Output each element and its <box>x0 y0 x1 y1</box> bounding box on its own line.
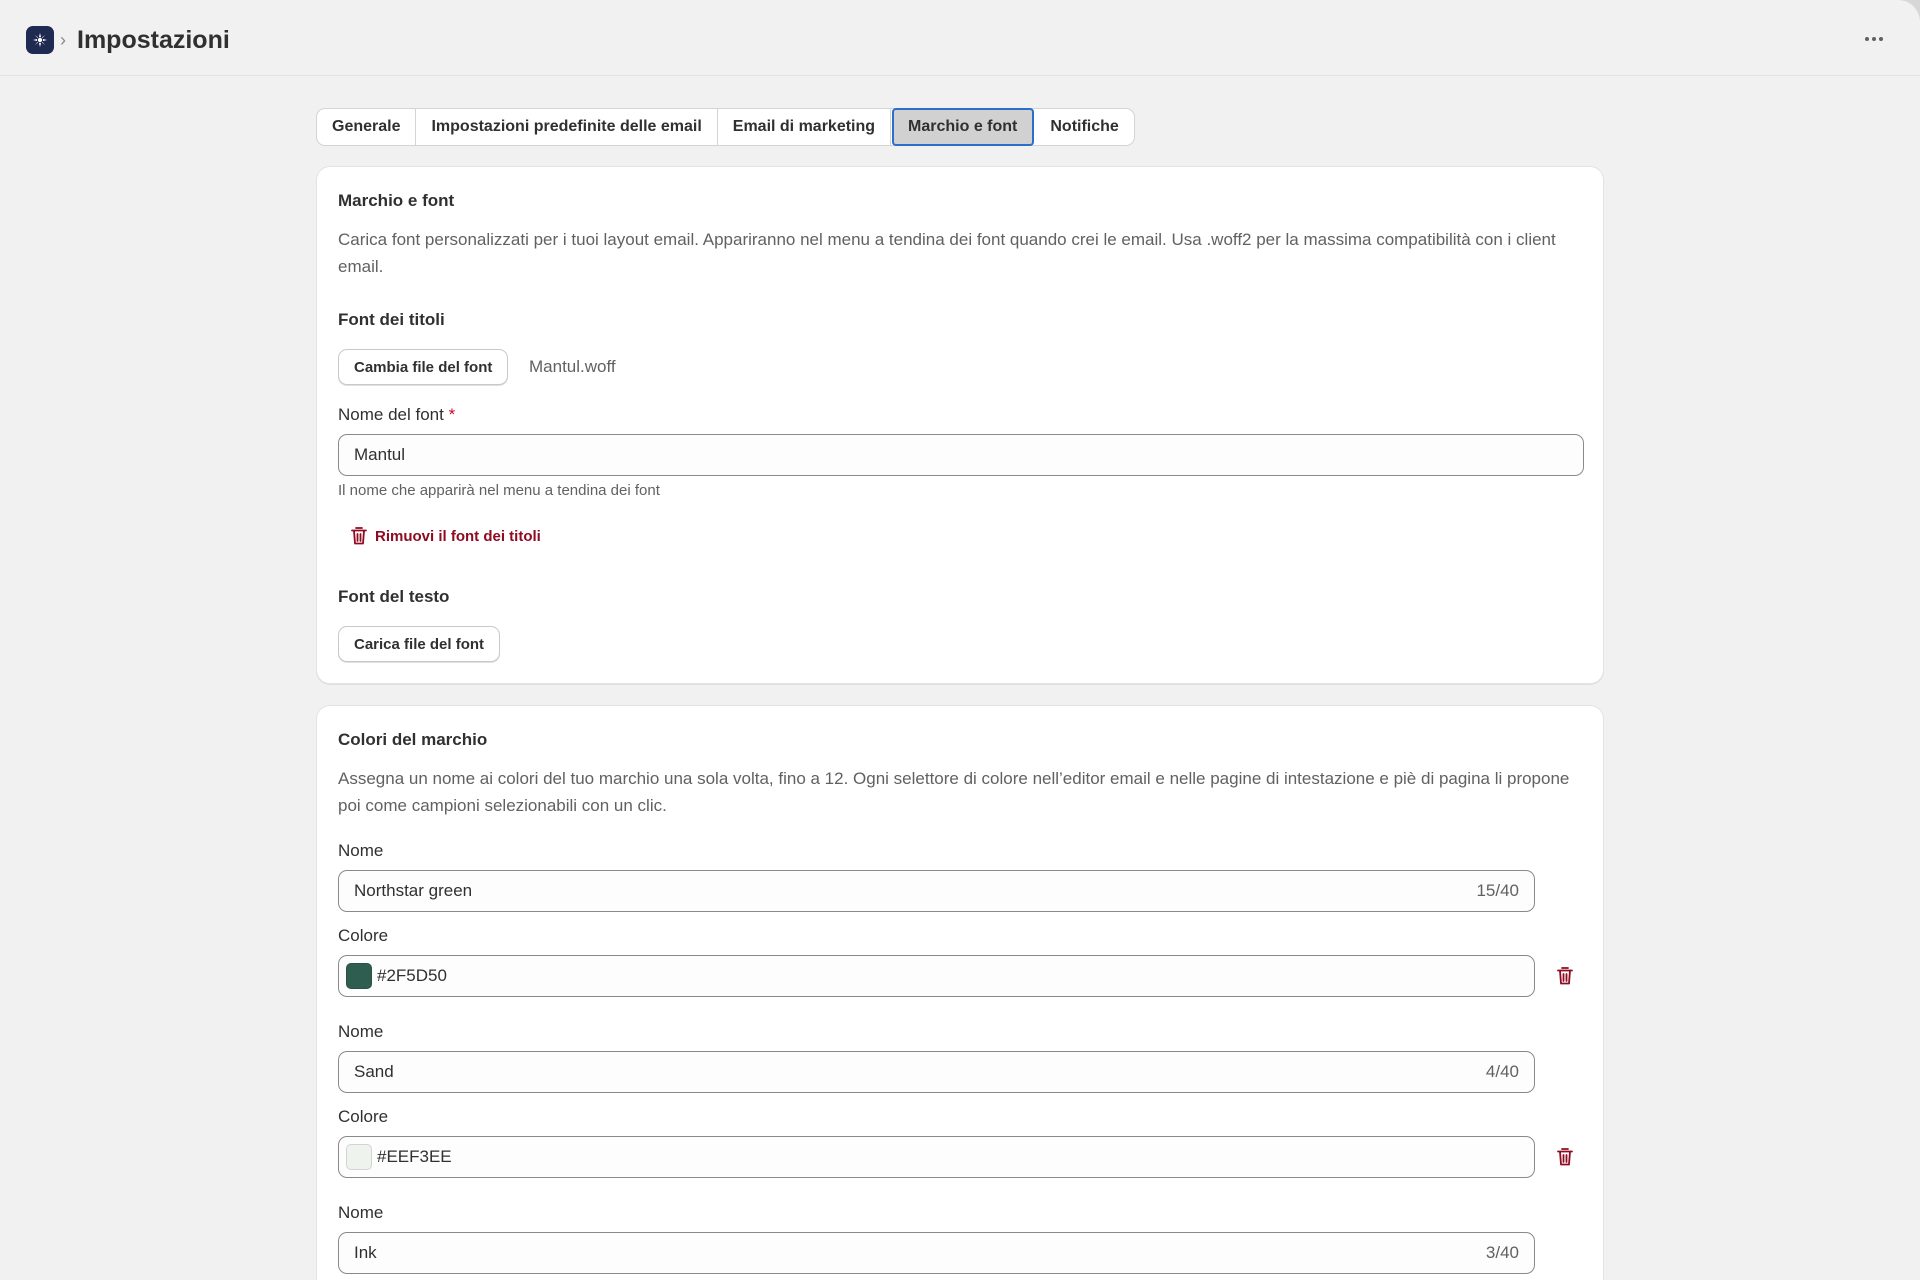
fonts-card-title: Marchio e font <box>338 191 455 210</box>
color-name-input[interactable]: Ink 3/40 <box>338 1232 1535 1274</box>
page-title: Impostazioni <box>77 26 230 54</box>
tab-email-marketing[interactable]: Email di marketing <box>718 109 892 145</box>
color-name-input[interactable]: Sand 4/40 <box>338 1051 1535 1093</box>
color-hex-input[interactable]: #EEF3EE <box>338 1136 1535 1178</box>
more-horizontal-icon <box>1865 37 1869 41</box>
font-name-label-text: Nome del font <box>338 405 444 424</box>
color-swatch[interactable] <box>346 963 372 989</box>
font-name-value: Mantul <box>354 445 406 464</box>
breadcrumb-chevron-icon: › <box>60 30 66 50</box>
color-value-label: Colore <box>338 926 389 945</box>
heading-font-label: Font dei titoli <box>338 310 445 329</box>
color-hex-value: #EEF3EE <box>377 1147 452 1166</box>
required-mark: * <box>448 405 456 424</box>
delete-color-button[interactable] <box>1551 1143 1579 1171</box>
more-actions-button[interactable] <box>1856 24 1892 54</box>
fonts-card-description: Carica font personalizzati per i tuoi la… <box>338 230 1556 276</box>
more-dot <box>1879 37 1883 41</box>
remove-heading-font-button[interactable]: Rimuovi il font dei titoli <box>350 526 541 546</box>
trash-icon <box>1557 967 1573 985</box>
brand-colors-description: Assegna un nome ai colori del tuo marchi… <box>338 769 1570 815</box>
app-window: › Impostazioni Generale Impostazioni pre… <box>0 0 1920 1280</box>
font-name-help-text: Il nome che apparirà nel menu a tendina … <box>338 482 660 499</box>
color-name-input[interactable]: Northstar green 15/40 <box>338 870 1535 912</box>
character-count: 4/40 <box>1485 1062 1519 1081</box>
change-font-file-button[interactable]: Cambia file del font <box>338 349 509 385</box>
tab-impostazioni-predefinite-email[interactable]: Impostazioni predefinite delle email <box>416 109 718 145</box>
tab-marchio-e-font[interactable]: Marchio e font <box>892 108 1035 146</box>
delete-color-button[interactable] <box>1551 962 1579 990</box>
top-bar: › Impostazioni <box>0 0 1920 76</box>
character-count: 3/40 <box>1485 1243 1519 1262</box>
brand-colors-card: Colori del marchio Assegna un nome ai co… <box>316 705 1604 1280</box>
settings-tabs: Generale Impostazioni predefinite delle … <box>316 108 1135 146</box>
character-count: 15/40 <box>1476 881 1519 900</box>
color-value-label: Colore <box>338 1107 389 1126</box>
tab-generale[interactable]: Generale <box>317 109 417 145</box>
color-hex-input[interactable]: #2F5D50 <box>338 955 1535 997</box>
body-font-label: Font del testo <box>338 587 450 606</box>
color-name-value: Northstar green <box>354 881 473 900</box>
color-name-value: Ink <box>354 1243 377 1262</box>
color-name-label: Nome <box>338 841 384 860</box>
color-name-label: Nome <box>338 1022 384 1041</box>
trash-icon <box>1557 1148 1573 1166</box>
remove-heading-font-label: Rimuovi il font dei titoli <box>375 527 541 545</box>
trash-icon <box>351 527 367 545</box>
app-logo-icon[interactable] <box>26 26 54 54</box>
font-name-label: Nome del font * <box>338 405 455 425</box>
color-swatch[interactable] <box>346 1144 372 1170</box>
heading-font-filename: Mantul.woff <box>529 357 616 376</box>
font-name-input[interactable]: Mantul <box>338 434 1584 476</box>
more-dot <box>1872 37 1876 41</box>
color-hex-value: #2F5D50 <box>377 966 447 985</box>
brand-colors-title: Colori del marchio <box>338 730 488 749</box>
tab-notifiche[interactable]: Notifiche <box>1035 109 1133 145</box>
color-name-label: Nome <box>338 1203 384 1222</box>
fonts-card: Marchio e font Carica font personalizzat… <box>316 166 1604 684</box>
app-logo-glyph <box>33 33 47 47</box>
color-name-value: Sand <box>354 1062 394 1081</box>
upload-font-file-button[interactable]: Carica file del font <box>338 626 501 662</box>
